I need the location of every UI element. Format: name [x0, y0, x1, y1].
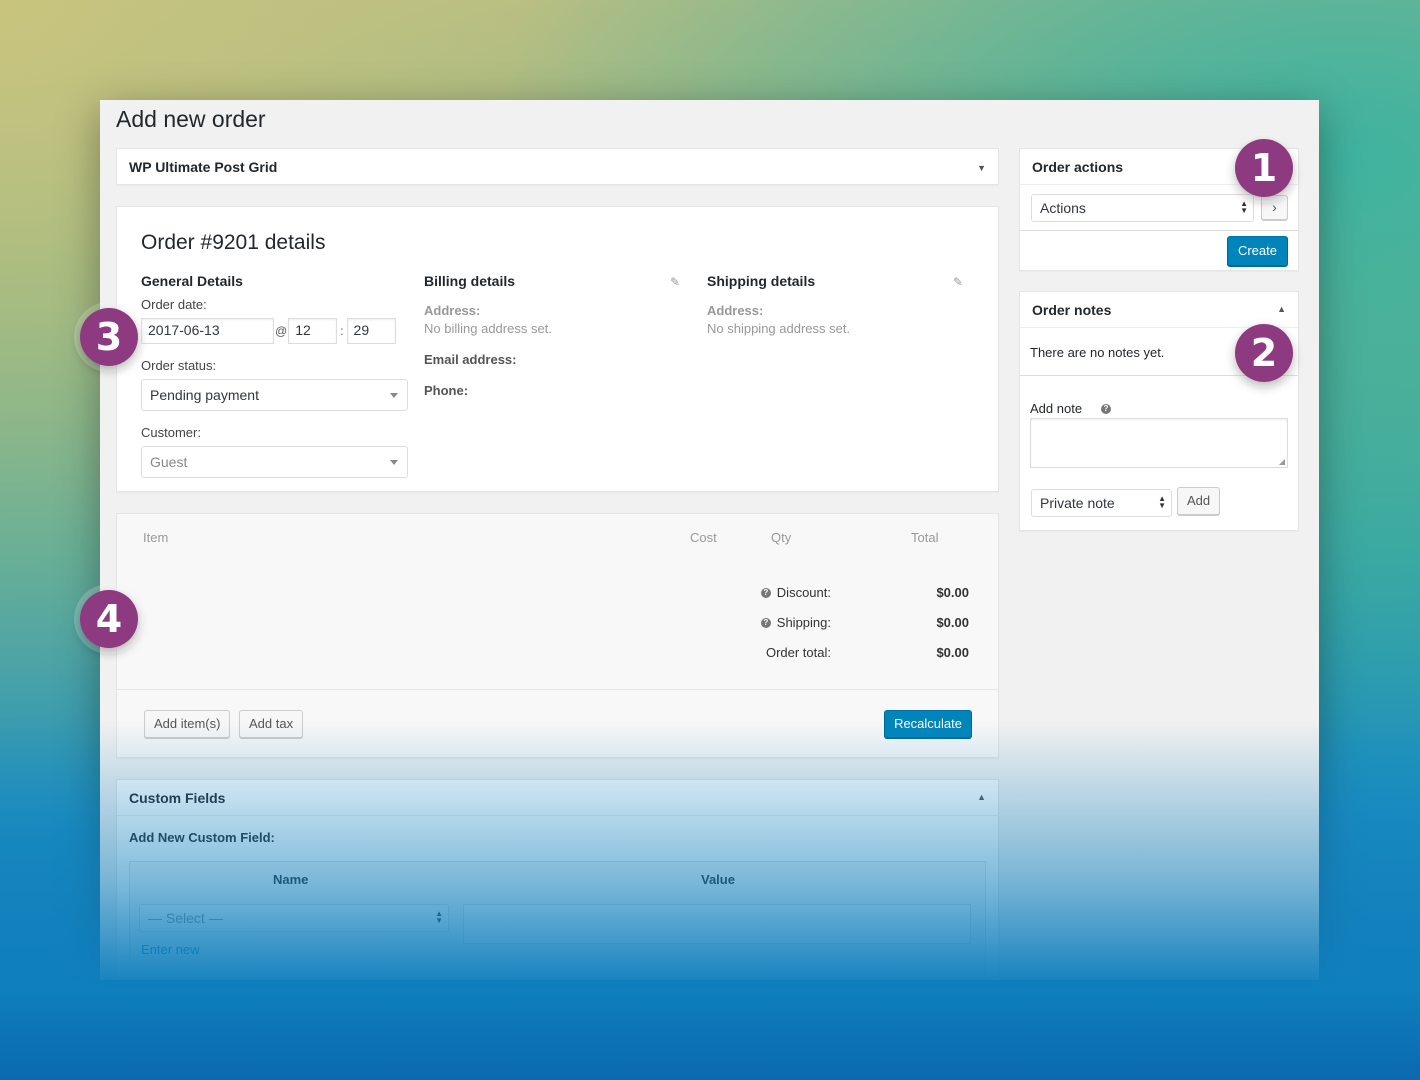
- order-actions-select[interactable]: Actions ▲ ▼: [1031, 194, 1254, 222]
- notes-empty-text: There are no notes yet.: [1030, 345, 1165, 360]
- order-date-input[interactable]: 2017-06-13: [141, 318, 274, 344]
- order-date-label: Order date:: [141, 297, 207, 312]
- step-badge-2: 2: [1235, 324, 1293, 382]
- shipping-details-title: Shipping details: [707, 273, 816, 289]
- updown-icon: ▲ ▼: [1240, 199, 1248, 215]
- add-items-button[interactable]: Add item(s): [144, 710, 231, 738]
- order-total-row: Order total: $0.00: [671, 645, 969, 660]
- plugin-panel[interactable]: WP Ultimate Post Grid ▼: [116, 148, 999, 185]
- shipping-label: Shipping:: [776, 615, 831, 630]
- item-column-header: Item: [143, 530, 169, 545]
- items-footer: Add item(s) Add tax Recalculate: [117, 689, 998, 757]
- help-icon[interactable]: ?: [760, 617, 771, 628]
- caret-down-icon: [390, 460, 398, 465]
- phone-label: Phone:: [424, 383, 469, 398]
- custom-fields-table: Name Value — Select — ▲ ▼ Enter new: [129, 861, 986, 980]
- actions-divider: [1020, 230, 1298, 231]
- step-badge-1: 1: [1235, 139, 1293, 197]
- chevron-right-icon[interactable]: ›: [1261, 195, 1288, 220]
- recalculate-button[interactable]: Recalculate: [884, 710, 972, 738]
- custom-field-name-select[interactable]: — Select — ▲ ▼: [139, 904, 449, 932]
- resize-grip-icon[interactable]: ◢: [1279, 457, 1285, 466]
- custom-field-value-textarea[interactable]: [463, 904, 971, 944]
- custom-field-select-value: — Select —: [148, 910, 223, 926]
- add-tax-button[interactable]: Add tax: [239, 710, 304, 738]
- value-column-header: Value: [701, 872, 735, 887]
- shipping-value: $0.00: [936, 615, 969, 630]
- discount-value: $0.00: [936, 585, 969, 600]
- customer-select[interactable]: Guest: [141, 446, 408, 478]
- colon-separator: :: [340, 324, 344, 338]
- custom-fields-subtitle: Add New Custom Field:: [129, 830, 275, 845]
- custom-fields-panel: Custom Fields ▲ Add New Custom Field: Na…: [116, 779, 999, 980]
- customer-label: Customer:: [141, 425, 201, 440]
- shipping-address-label: Address:: [707, 303, 764, 318]
- admin-window: Add new order WP Ultimate Post Grid ▼ Or…: [100, 100, 1319, 980]
- general-details-title: General Details: [141, 273, 243, 289]
- order-minute-input[interactable]: 29: [346, 318, 396, 344]
- order-total-value: $0.00: [936, 645, 969, 660]
- billing-details: Billing details ✎ Address: No billing ad…: [424, 273, 692, 398]
- name-column-header: Name: [273, 872, 309, 887]
- note-textarea[interactable]: ◢: [1030, 418, 1288, 468]
- cost-column-header: Cost: [690, 530, 717, 545]
- shipping-row: ? Shipping: $0.00: [671, 615, 969, 630]
- order-heading: Order #9201 details: [141, 231, 326, 254]
- add-note-button[interactable]: Add: [1177, 487, 1221, 515]
- discount-label: Discount:: [776, 585, 831, 600]
- create-button[interactable]: Create: [1226, 236, 1288, 266]
- shipping-details: Shipping details ✎ Address: No shipping …: [707, 273, 975, 336]
- discount-row: ? Discount: $0.00: [671, 585, 969, 600]
- updown-icon: ▲ ▼: [1158, 494, 1166, 510]
- pencil-icon[interactable]: ✎: [670, 275, 680, 289]
- order-items-panel: Item Cost Qty Total ? Discount: $0.00 ? Sh…: [116, 513, 999, 758]
- billing-address-label: Address:: [424, 303, 481, 318]
- step-badge-3: 3: [80, 308, 138, 366]
- at-separator: @: [275, 324, 288, 338]
- total-column-header: Total: [911, 530, 939, 545]
- billing-address-value: No billing address set.: [424, 321, 552, 336]
- billing-details-title: Billing details: [424, 273, 516, 289]
- pencil-icon[interactable]: ✎: [953, 275, 963, 289]
- order-status-value: Pending payment: [150, 387, 259, 403]
- plugin-panel-title: WP Ultimate Post Grid: [129, 158, 278, 175]
- qty-column-header: Qty: [771, 530, 792, 545]
- shipping-address-value: No shipping address set.: [707, 321, 851, 336]
- page-title: Add new order: [116, 106, 266, 132]
- order-total-label: Order total:: [765, 645, 831, 660]
- order-status-select[interactable]: Pending payment: [141, 379, 408, 411]
- help-icon[interactable]: ?: [760, 587, 771, 598]
- email-address-label: Email address:: [424, 352, 517, 367]
- general-details: General Details Order date: 2017-06-13 @1…: [141, 273, 409, 478]
- caret-down-icon: [390, 393, 398, 398]
- updown-icon: ▲ ▼: [435, 909, 443, 925]
- order-hour-input[interactable]: 12: [288, 318, 338, 344]
- note-type-select[interactable]: Private note ▲ ▼: [1031, 489, 1172, 517]
- help-icon[interactable]: ?: [1101, 404, 1111, 414]
- order-actions-title: Order actions: [1032, 158, 1124, 175]
- step-badge-4: 4: [80, 590, 138, 648]
- order-notes-title: Order notes: [1032, 301, 1112, 318]
- order-details-panel: Order #9201 details General Details Orde…: [116, 206, 999, 492]
- caret-up-icon[interactable]: ▲: [977, 792, 986, 802]
- order-actions-value: Actions: [1040, 200, 1086, 216]
- customer-value: Guest: [150, 454, 188, 470]
- enter-new-link[interactable]: Enter new: [141, 942, 200, 957]
- add-note-label: Add note: [1030, 401, 1083, 416]
- caret-down-icon[interactable]: ▼: [977, 163, 986, 173]
- note-type-value: Private note: [1040, 495, 1115, 511]
- order-status-label: Order status:: [141, 358, 217, 373]
- custom-fields-title: Custom Fields: [129, 789, 226, 806]
- caret-up-icon[interactable]: ▲: [1277, 304, 1286, 314]
